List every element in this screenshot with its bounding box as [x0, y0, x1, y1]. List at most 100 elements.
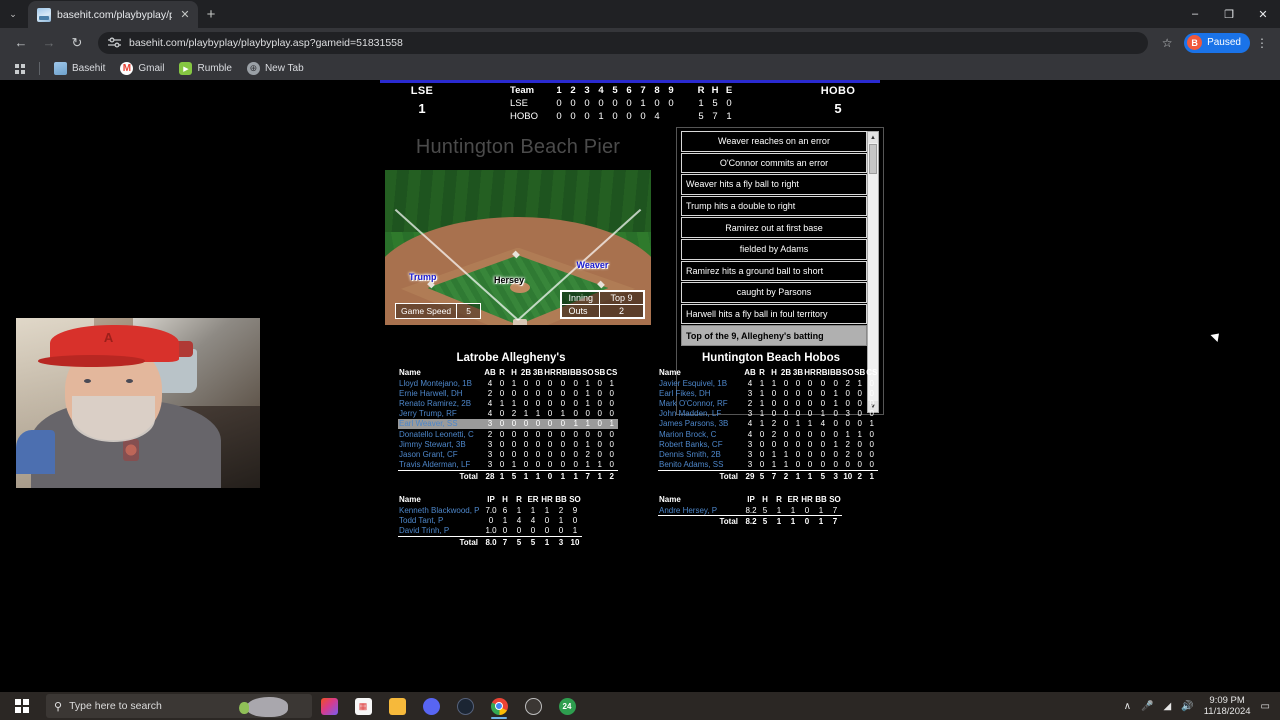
- player-name[interactable]: Donatello Leonetti, C: [398, 429, 484, 439]
- reload-icon[interactable]: ↻: [64, 30, 90, 56]
- player-name[interactable]: Earl Fikes, DH: [658, 388, 744, 398]
- player-name[interactable]: Lloyd Montejano, 1B: [398, 378, 484, 388]
- chrome-icon[interactable]: [482, 692, 516, 720]
- calculator-icon[interactable]: [448, 692, 482, 720]
- table-row[interactable]: Jason Grant, CF 3 0 0 0 0 0 0 0 2 0 0: [398, 449, 618, 459]
- search-input[interactable]: ⚲ Type here to search: [46, 694, 312, 718]
- table-row[interactable]: Renato Ramirez, 2B 4 1 1 0 0 0 0 0 1 0 0: [398, 398, 618, 408]
- back-icon[interactable]: ←: [8, 30, 34, 56]
- table-row[interactable]: Lloyd Montejano, 1B 4 0 1 0 0 0 0 0 1 0 …: [398, 378, 618, 388]
- table-row[interactable]: James Parsons, 3B 4 1 2 0 1 1 4 0 0 0 1: [658, 419, 878, 429]
- table-row[interactable]: Kenneth Blackwood, P 7.0 6 1 1 1 2 9: [398, 505, 582, 515]
- 24-icon[interactable]: 24: [550, 692, 584, 720]
- table-row[interactable]: David Trinh, P 1.0 0 0 0 0 0 1: [398, 526, 582, 537]
- play-item-current[interactable]: Top of the 9, Allegheny's batting: [681, 325, 867, 346]
- table-row[interactable]: Jerry Trump, RF 4 0 2 1 1 0 1 0 0 0 0: [398, 409, 618, 419]
- store-icon[interactable]: ▦: [346, 692, 380, 720]
- close-icon[interactable]: ✕: [178, 8, 192, 21]
- player-name[interactable]: Javier Esquivel, 1B: [658, 378, 744, 388]
- play-item[interactable]: caught by Parsons: [681, 282, 867, 303]
- play-item[interactable]: Trump hits a double to right: [681, 195, 867, 217]
- table-row[interactable]: Dennis Smith, 2B 3 0 1 1 0 0 0 0 2 0 0: [658, 449, 878, 459]
- player-name[interactable]: James Parsons, 3B: [658, 419, 744, 429]
- player-name[interactable]: John Madden, LF: [658, 409, 744, 419]
- table-row[interactable]: Andre Hersey, P 8.2 5 1 1 0 1 7: [658, 505, 842, 516]
- opera-icon[interactable]: [516, 692, 550, 720]
- apps-grid-button[interactable]: [9, 62, 31, 76]
- play-item[interactable]: O'Connor commits an error: [681, 152, 867, 174]
- game-speed-value[interactable]: 5: [456, 304, 480, 318]
- table-row[interactable]: Donatello Leonetti, C 2 0 0 0 0 0 0 0 0 …: [398, 429, 618, 439]
- scroll-up-icon[interactable]: ▲: [868, 132, 878, 143]
- table-row[interactable]: Mark O'Connor, RF 2 1 0 0 0 0 0 1 0 0 0: [658, 398, 878, 408]
- game-speed-control[interactable]: Game Speed 5: [395, 303, 482, 319]
- browser-menu-icon[interactable]: ⋮: [1252, 36, 1272, 50]
- pitcher-name[interactable]: Todd Tant, P: [398, 515, 484, 525]
- window-close-icon[interactable]: ✕: [1246, 0, 1280, 28]
- copilot-icon[interactable]: [312, 692, 346, 720]
- total-rbi: 5: [816, 469, 830, 482]
- bookmark-rumble[interactable]: ▶ Rumble: [173, 60, 237, 77]
- player-name[interactable]: Jason Grant, CF: [398, 449, 484, 459]
- col-bb: BB: [570, 368, 582, 377]
- player-name[interactable]: Marion Brock, C: [658, 429, 744, 439]
- player-name[interactable]: Renato Ramirez, 2B: [398, 398, 484, 408]
- bookmark-basehit[interactable]: Basehit: [48, 60, 111, 77]
- tray-chevron-up-icon[interactable]: ∧: [1124, 701, 1131, 712]
- browser-tab[interactable]: basehit.com/playbyplay/playby ✕: [28, 1, 198, 28]
- site-settings-icon[interactable]: [108, 37, 121, 48]
- player-name[interactable]: Benito Adams, SS: [658, 460, 744, 471]
- pitcher-name[interactable]: David Trinh, P: [398, 526, 484, 537]
- microphone-icon[interactable]: 🎤: [1141, 701, 1153, 712]
- extension-paused-badge[interactable]: B Paused: [1184, 32, 1250, 53]
- play-item[interactable]: Weaver hits a fly ball to right: [681, 174, 867, 195]
- file-explorer-icon[interactable]: [380, 692, 414, 720]
- table-row[interactable]: Earl Fikes, DH 3 1 0 0 0 0 0 1 0 0 0: [658, 388, 878, 398]
- table-row[interactable]: Marion Brock, C 4 0 2 0 0 0 0 0 1 1 0: [658, 429, 878, 439]
- table-row[interactable]: Jimmy Stewart, 3B 3 0 0 0 0 0 0 0 1 0 0: [398, 439, 618, 449]
- forward-icon[interactable]: →: [36, 30, 62, 56]
- wifi-icon[interactable]: ◢: [1164, 701, 1172, 712]
- bookmark-new-tab[interactable]: ⊕ New Tab: [241, 60, 310, 77]
- discord-icon[interactable]: [414, 692, 448, 720]
- table-row[interactable]: Benito Adams, SS 3 0 1 1 0 0 0 0 0 0 0: [658, 460, 878, 471]
- player-name[interactable]: Earl Weaver, SS: [398, 418, 484, 429]
- table-row[interactable]: Ernie Harwell, DH 2 0 0 0 0 0 0 0 1 0 0: [398, 388, 618, 398]
- player-name[interactable]: Dennis Smith, 2B: [658, 449, 744, 459]
- baseball-field[interactable]: Trump Weaver Hersey Game Speed 5 Inning …: [385, 170, 651, 325]
- volume-icon[interactable]: 🔊: [1181, 701, 1193, 712]
- clock[interactable]: 9:09 PM 11/18/2024: [1204, 695, 1251, 717]
- table-row[interactable]: Todd Tant, P 0 1 4 4 0 1 0: [398, 515, 582, 525]
- bookmark-star-icon[interactable]: ☆: [1156, 36, 1178, 50]
- player-name[interactable]: Ernie Harwell, DH: [398, 388, 484, 398]
- play-item[interactable]: Ramirez out at first base: [681, 217, 867, 238]
- pitcher-name[interactable]: Kenneth Blackwood, P: [398, 505, 484, 515]
- player-name[interactable]: Robert Banks, CF: [658, 439, 744, 449]
- table-row-selected[interactable]: Earl Weaver, SS 3 0 0 0 0 0 0 1 1 0 1: [398, 418, 618, 429]
- table-row[interactable]: Travis Alderman, LF 3 0 1 0 0 0 0 0 1 1 …: [398, 460, 618, 471]
- address-bar[interactable]: basehit.com/playbyplay/playbyplay.asp?ga…: [98, 31, 1149, 54]
- player-name[interactable]: Travis Alderman, LF: [398, 460, 484, 471]
- webcam-overlay[interactable]: A: [16, 318, 260, 488]
- table-row[interactable]: Javier Esquivel, 1B 4 1 1 0 0 0 0 0 2 1 …: [658, 378, 878, 388]
- table-row[interactable]: Robert Banks, CF 3 0 0 0 0 0 0 1 2 0 0: [658, 439, 878, 449]
- start-button[interactable]: [0, 692, 44, 720]
- tab-search-chevron-down-icon[interactable]: ⌄: [0, 0, 26, 28]
- col-r: R: [499, 368, 505, 377]
- play-item[interactable]: fielded by Adams: [681, 238, 867, 260]
- notifications-icon[interactable]: ▭: [1261, 701, 1270, 712]
- bookmark-gmail[interactable]: M Gmail: [114, 60, 170, 77]
- player-name[interactable]: Mark O'Connor, RF: [658, 398, 744, 408]
- play-item[interactable]: Weaver reaches on an error: [681, 131, 867, 152]
- maximize-icon[interactable]: ❐: [1212, 0, 1246, 28]
- player-name[interactable]: Jimmy Stewart, 3B: [398, 439, 484, 449]
- runner-label-first: Weaver: [576, 259, 609, 270]
- scrollbar-thumb[interactable]: [869, 144, 877, 174]
- player-name[interactable]: Jerry Trump, RF: [398, 409, 484, 419]
- play-item[interactable]: Harwell hits a fly ball in foul territor…: [681, 303, 867, 325]
- new-tab-button[interactable]: +: [198, 1, 224, 28]
- pitcher-name[interactable]: Andre Hersey, P: [658, 505, 744, 516]
- table-row[interactable]: John Madden, LF 3 1 0 0 0 0 1 0 3 0 0: [658, 409, 878, 419]
- minimize-icon[interactable]: –: [1178, 0, 1212, 28]
- play-item[interactable]: Ramirez hits a ground ball to short: [681, 260, 867, 282]
